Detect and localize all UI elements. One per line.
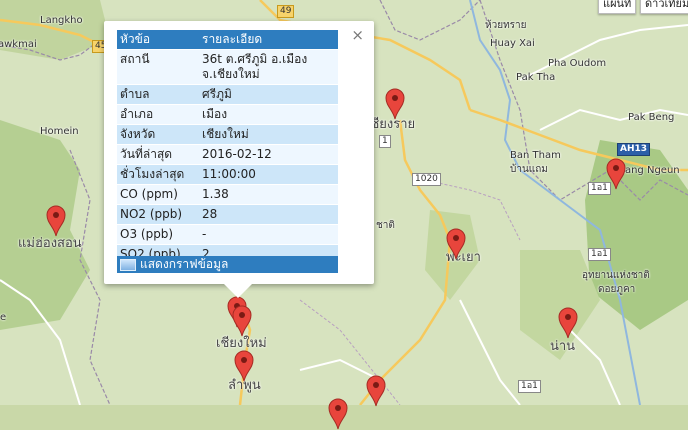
place-label: Pak Tha (516, 72, 556, 83)
place-label: ชาติ (376, 220, 395, 231)
chart-icon (120, 259, 136, 271)
row-value: 11:00:00 (199, 164, 338, 185)
table-row: O3 (ppb) - (117, 224, 338, 245)
table-row: วันที่ล่าสุด 2016-02-12 (117, 144, 338, 165)
row-key: ตำบล (117, 84, 199, 105)
place-label: Langkho (40, 15, 83, 26)
table-row: NO2 (ppb) 28 (117, 204, 338, 225)
road-shield: 1 (379, 135, 391, 148)
close-icon[interactable]: × (351, 27, 364, 43)
place-label: Pha Oudom (548, 58, 607, 69)
station-info-table: หัวข้อ รายละเอียด สถานี 36t ต.ศรีภูมิ อ.… (117, 30, 338, 265)
station-marker[interactable] (558, 307, 578, 339)
place-label: อุทยานแห่งชาติ (582, 270, 650, 281)
table-row: CO (ppm) 1.38 (117, 184, 338, 205)
station-marker[interactable] (234, 350, 254, 382)
place-label: awkmai (0, 39, 37, 50)
place-label: ดอยภูคา (598, 284, 636, 295)
road-shield: 1อ1 (518, 380, 541, 393)
road-shield: 1อ1 (588, 248, 611, 261)
row-value: 36t ต.ศรีภูมิ อ.เมือง จ.เชียงใหม่ (199, 49, 338, 85)
row-value: 2016-02-12 (199, 144, 338, 165)
row-key: ชั่วโมงล่าสุด (117, 164, 199, 185)
header-key: หัวข้อ (117, 30, 199, 50)
header-value: รายละเอียด (199, 30, 338, 50)
station-marker[interactable] (232, 305, 252, 337)
row-key: NO2 (ppb) (117, 204, 199, 225)
place-label: บ้านแถม (510, 164, 548, 175)
map-type-button[interactable]: แผนที่ (598, 0, 637, 14)
row-value: ศรีภูมิ (199, 84, 338, 105)
table-header-row: หัวข้อ รายละเอียด (117, 30, 338, 50)
station-marker[interactable] (385, 88, 405, 120)
row-key: สถานี (117, 49, 199, 85)
place-label: Huay Xai (490, 38, 535, 49)
place-label: Homein (40, 126, 79, 137)
road-shield: AH13 (617, 143, 651, 156)
row-value: 28 (199, 204, 338, 225)
place-label: Ban Tham (510, 150, 561, 161)
row-key: อำเภอ (117, 104, 199, 125)
station-marker[interactable] (446, 228, 466, 260)
row-value: เชียงใหม่ (199, 124, 338, 145)
row-value: - (199, 224, 338, 245)
road-shield: 1020 (412, 173, 441, 186)
show-graph-link[interactable]: แสดงกราฟข้อมูล (117, 256, 338, 273)
table-row: ชั่วโมงล่าสุด 11:00:00 (117, 164, 338, 185)
row-value: เมือง (199, 104, 338, 125)
row-key: จังหวัด (117, 124, 199, 145)
station-marker[interactable] (46, 205, 66, 237)
place-label: Pak Beng (628, 112, 675, 123)
table-row: สถานี 36t ต.ศรีภูมิ อ.เมือง จ.เชียงใหม่ (117, 49, 338, 85)
row-key: วันที่ล่าสุด (117, 144, 199, 165)
show-graph-label: แสดงกราฟข้อมูล (140, 257, 229, 271)
station-marker[interactable] (328, 398, 348, 430)
table-row: อำเภอ เมือง (117, 104, 338, 125)
row-key: O3 (ppb) (117, 224, 199, 245)
row-key: CO (ppm) (117, 184, 199, 205)
row-value: 1.38 (199, 184, 338, 205)
station-marker[interactable] (366, 375, 386, 407)
road-shield: 49 (277, 5, 295, 18)
place-label: e (0, 312, 7, 323)
place-label: ห้วยทราย (485, 20, 527, 31)
station-marker[interactable] (606, 158, 626, 190)
table-row: ตำบล ศรีภูมิ (117, 84, 338, 105)
info-window: × หัวข้อ รายละเอียด สถานี 36t ต.ศรีภูมิ … (104, 21, 374, 298)
satellite-type-button[interactable]: ดาวเทียม (640, 0, 688, 14)
table-row: จังหวัด เชียงใหม่ (117, 124, 338, 145)
